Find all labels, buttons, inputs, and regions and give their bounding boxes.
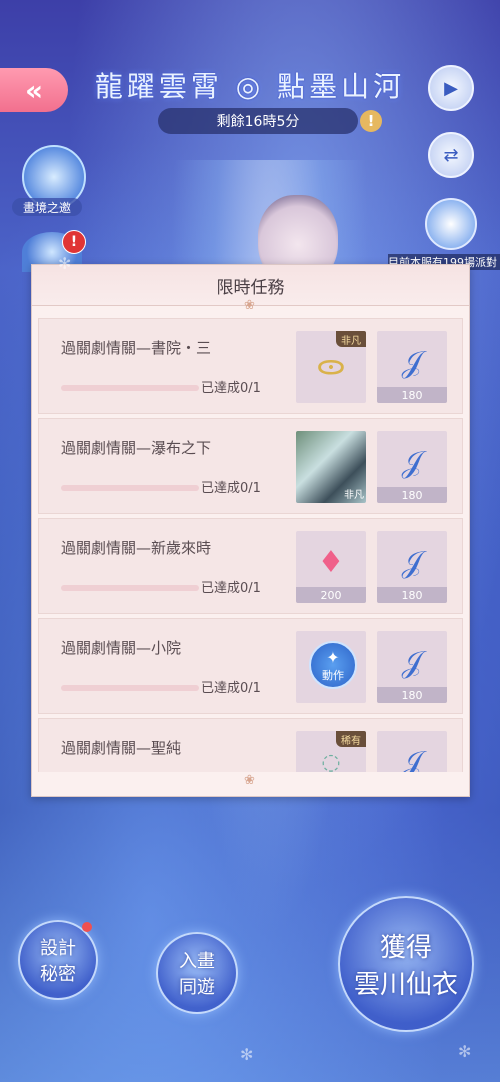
- flower-ornament-icon: ❀: [244, 298, 255, 313]
- reward-slot[interactable]: 𝒥 180: [377, 531, 447, 603]
- snowflake-icon: ✻: [458, 1042, 472, 1061]
- blue-hook-icon: 𝒥: [401, 444, 423, 480]
- reward-slot[interactable]: ◌ 稀有: [296, 731, 366, 772]
- task-name: 過關劇情關—瀑布之下: [61, 439, 212, 457]
- reward-count: 200: [296, 587, 366, 603]
- task-name: 過關劇情關—新歲來時: [61, 539, 212, 557]
- rarity-tag: 稀有: [336, 731, 366, 747]
- reward-slot[interactable]: ✦ 動作: [296, 631, 366, 703]
- task-list[interactable]: 過關劇情關—書院・三 已達成0/1 ᯣ 非凡 𝒥 180 過關劇情關—瀑布之下 …: [38, 318, 463, 772]
- reward-count: 180: [377, 387, 447, 403]
- enter-painting-button[interactable]: 入畫 同遊: [156, 932, 238, 1014]
- action-label: 動作: [322, 668, 344, 682]
- task-progress-text: 已達成0/1: [201, 381, 261, 396]
- blue-hook-icon: 𝒥: [401, 344, 423, 380]
- enter-painting-label: 入畫 同遊: [179, 951, 215, 998]
- flower-ornament-icon: ❀: [244, 773, 255, 788]
- reward-slot[interactable]: 非凡: [296, 431, 366, 503]
- back-button[interactable]: «: [0, 68, 68, 112]
- task-name: 過關劇情關—聖純: [61, 739, 182, 757]
- snowflake-icon: ✻: [58, 254, 72, 273]
- play-icon: ▶: [444, 77, 458, 99]
- alert-icon: !: [62, 230, 86, 254]
- double-chevron-left-icon: «: [24, 73, 44, 107]
- notification-dot: [82, 922, 92, 932]
- task-name: 過關劇情關—書院・三: [61, 339, 212, 357]
- info-alert-icon[interactable]: !: [360, 110, 382, 132]
- painting-invite-label: 畫境之邀: [12, 198, 82, 216]
- blue-hook-icon: 𝒥: [401, 644, 423, 680]
- task-progress-bar: [61, 585, 199, 591]
- task-progress-bar: [61, 485, 199, 491]
- limited-task-panel: 限時任務 ❀ 過關劇情關—書院・三 已達成0/1 ᯣ 非凡 𝒥 180 過關劇情…: [31, 264, 470, 797]
- design-secret-button[interactable]: 設計 秘密: [18, 920, 98, 1000]
- reward-slot[interactable]: 𝒥 180: [377, 331, 447, 403]
- event-title-banner: 龍躍雲霄 ◎ 點墨山河: [80, 60, 420, 110]
- event-timer: 剩餘16時5分: [158, 108, 358, 134]
- reward-slot[interactable]: 𝒥 180: [377, 431, 447, 503]
- blue-hook-icon: 𝒥: [401, 544, 423, 580]
- obtain-outfit-button[interactable]: 獲得 雲川仙衣: [338, 896, 474, 1032]
- reward-slot[interactable]: ♦ 200: [296, 531, 366, 603]
- task-name: 過關劇情關—小院: [61, 639, 182, 657]
- task-row: 過關劇情關—新歲來時 已達成0/1 ♦ 200 𝒥 180: [38, 518, 463, 614]
- task-row: 過關劇情關—書院・三 已達成0/1 ᯣ 非凡 𝒥 180: [38, 318, 463, 414]
- reward-slot[interactable]: ᯣ 非凡: [296, 331, 366, 403]
- rarity-tag: 非凡: [344, 490, 364, 501]
- reward-count: 180: [377, 687, 447, 703]
- reward-slot[interactable]: 𝒥 180: [377, 631, 447, 703]
- switch-button[interactable]: ⇄: [428, 132, 474, 178]
- reward-slot[interactable]: 𝒥: [377, 731, 447, 772]
- obtain-outfit-label: 獲得 雲川仙衣: [353, 933, 458, 1000]
- swap-arrows-icon: ⇄: [443, 144, 459, 166]
- event-title: 龍躍雲霄 ◎ 點墨山河: [94, 70, 406, 103]
- task-progress-text: 已達成0/1: [201, 681, 261, 696]
- task-row: 過關劇情關—瀑布之下 已達成0/1 非凡 𝒥 180: [38, 418, 463, 514]
- reward-count: 180: [377, 587, 447, 603]
- task-row: 過關劇情關—小院 已達成0/1 ✦ 動作 𝒥 180: [38, 618, 463, 714]
- snowflake-icon: ✻: [240, 1045, 254, 1064]
- play-button[interactable]: ▶: [428, 65, 474, 111]
- blue-hook-icon: 𝒥: [401, 744, 423, 773]
- party-photo-button[interactable]: [425, 198, 477, 250]
- task-progress-bar: [61, 385, 199, 391]
- task-progress-bar: [61, 685, 199, 691]
- panel-title: 限時任務: [216, 277, 285, 298]
- task-progress-text: 已達成0/1: [201, 481, 261, 496]
- task-row: 過關劇情關—聖純 ◌ 稀有 𝒥: [38, 718, 463, 772]
- rarity-tag: 非凡: [336, 331, 366, 347]
- design-secret-label: 設計 秘密: [40, 938, 76, 985]
- reward-count: 180: [377, 487, 447, 503]
- task-progress-text: 已達成0/1: [201, 581, 261, 596]
- action-badge-icon: ✦ 動作: [309, 641, 357, 689]
- pink-diamond-icon: ♦: [317, 544, 345, 580]
